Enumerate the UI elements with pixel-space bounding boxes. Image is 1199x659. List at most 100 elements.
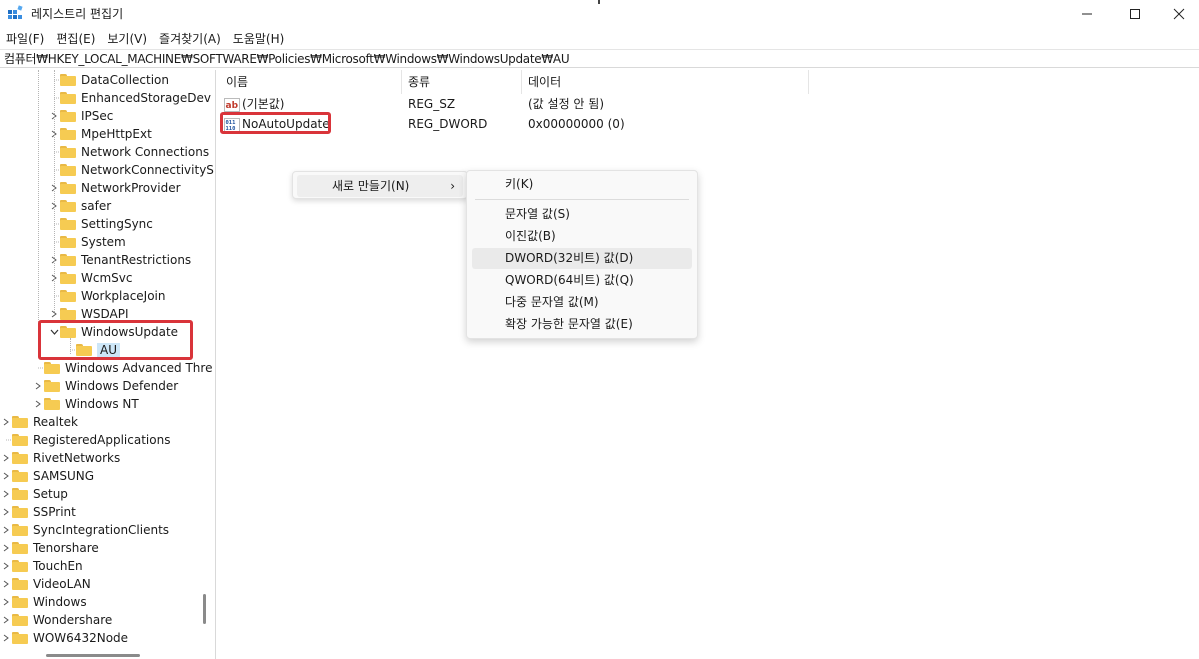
tree-item[interactable]: SSPrint [0, 503, 76, 521]
tree-item-label: TenantRestrictions [81, 253, 192, 267]
tree-item[interactable]: safer [48, 197, 111, 215]
tree-item[interactable]: NetworkProvider [48, 179, 181, 197]
submenu-dword-value[interactable]: DWORD(32비트) 값(D) [472, 248, 692, 269]
chevron-right-icon[interactable] [0, 413, 12, 431]
tree-item[interactable]: Wondershare [0, 611, 112, 629]
minimize-button[interactable] [1064, 0, 1110, 27]
chevron-right-icon[interactable] [0, 611, 12, 629]
submenu-multi-string-value[interactable]: 다중 문자열 값(M) [472, 292, 692, 313]
chevron-right-icon[interactable] [0, 485, 12, 503]
folder-icon [60, 236, 76, 248]
column-header-type[interactable]: 종류 [402, 70, 522, 94]
tree-item[interactable]: WorkplaceJoin [48, 287, 166, 305]
tree-vertical-scrollbar[interactable] [203, 594, 206, 624]
menu-file[interactable]: 파일(F) [0, 28, 50, 48]
tree-horizontal-scrollbar[interactable] [46, 654, 140, 657]
chevron-right-icon[interactable] [0, 539, 12, 557]
tree-item-label: NetworkProvider [81, 181, 181, 195]
tree-item-label: VideoLAN [33, 577, 91, 591]
tree-item[interactable]: WOW6432Node [0, 629, 128, 647]
folder-icon [60, 164, 76, 176]
value-row-type: REG_SZ [408, 97, 456, 111]
tree-item-label: Windows Defender [65, 379, 179, 393]
folder-icon [12, 596, 28, 608]
tree-guide-line [54, 70, 55, 314]
folder-icon [60, 92, 76, 104]
tree-item-label: TouchEn [33, 559, 83, 573]
context-menu: 새로 만들기(N) › [292, 171, 468, 199]
chevron-right-icon[interactable] [0, 467, 12, 485]
registry-tree: DataCollection EnhancedStorageDev IPSec Mpe… [0, 70, 216, 659]
tree-item[interactable]: Realtek [0, 413, 78, 431]
context-menu-new[interactable]: 새로 만들기(N) › [297, 175, 463, 197]
tree-item-label: Wondershare [33, 613, 113, 627]
tree-item[interactable]: RivetNetworks [0, 449, 120, 467]
folder-icon [12, 614, 28, 626]
tree-item[interactable]: MpeHttpExt [48, 125, 152, 143]
chevron-right-icon[interactable] [32, 395, 44, 413]
folder-icon [60, 200, 76, 212]
value-row-default[interactable]: ab (기본값) [224, 94, 824, 114]
close-button[interactable] [1156, 0, 1199, 27]
submenu-key[interactable]: 키(K) [472, 174, 692, 195]
values-list: 이름 종류 데이터 ab (기본값) REG_SZ (값 설정 안 됨) 011… [220, 70, 1199, 659]
submenu-separator [475, 199, 689, 200]
tree-item[interactable]: SAMSUNG [0, 467, 94, 485]
menu-help[interactable]: 도움말(H) [227, 28, 291, 48]
submenu-string-value[interactable]: 문자열 값(S) [472, 204, 692, 225]
column-header-name[interactable]: 이름 [220, 70, 402, 94]
tree-item[interactable]: NetworkConnectivityS [48, 161, 214, 179]
chevron-right-icon[interactable] [0, 503, 12, 521]
tree-item[interactable]: System [48, 233, 126, 251]
folder-icon [60, 308, 76, 320]
menu-bar: 파일(F) 편집(E) 보기(V) 즐겨찾기(A) 도움말(H) [0, 28, 290, 48]
tree-item-label: Windows NT [65, 397, 139, 411]
submenu-qword-value[interactable]: QWORD(64비트) 값(Q) [472, 270, 692, 291]
tree-item[interactable]: Windows [0, 593, 87, 611]
address-bar[interactable]: 컴퓨터₩HKEY_LOCAL_MACHINE₩SOFTWARE₩Policies… [0, 49, 1199, 68]
tree-item-label: Windows [33, 595, 87, 609]
tree-item-label: MpeHttpExt [81, 127, 152, 141]
menu-edit[interactable]: 편집(E) [50, 28, 101, 48]
chevron-right-icon[interactable] [0, 557, 12, 575]
tree-item[interactable]: Windows NT [32, 395, 139, 413]
chevron-right-icon[interactable] [32, 377, 44, 395]
column-header-data[interactable]: 데이터 [522, 70, 809, 94]
tree-item[interactable]: Network Connections [48, 143, 209, 161]
tree-item-label: SettingSync [81, 217, 153, 231]
submenu-expandable-string-value[interactable]: 확장 가능한 문자열 값(E) [472, 314, 692, 335]
chevron-right-icon[interactable] [0, 521, 12, 539]
menu-view[interactable]: 보기(V) [101, 28, 153, 48]
chevron-right-icon[interactable] [0, 629, 12, 647]
tree-item[interactable]: SyncIntegrationClients [0, 521, 169, 539]
tree-item[interactable]: SettingSync [48, 215, 153, 233]
chevron-right-icon[interactable] [0, 593, 12, 611]
folder-icon [12, 470, 28, 482]
tree-item-label: SAMSUNG [33, 469, 95, 483]
chevron-right-icon[interactable] [0, 449, 12, 467]
folder-icon [12, 452, 28, 464]
tree-item[interactable]: Setup [0, 485, 68, 503]
tree-item[interactable]: RegisteredApplications [0, 431, 170, 449]
value-row-data: 0x00000000 (0) [528, 117, 625, 131]
maximize-button[interactable] [1112, 0, 1158, 27]
tree-item-label: WOW6432Node [33, 631, 129, 645]
tree-item[interactable]: TenantRestrictions [48, 251, 191, 269]
chevron-right-icon[interactable] [0, 575, 12, 593]
tree-item[interactable]: Windows Defender [32, 377, 178, 395]
tree-item[interactable]: TouchEn [0, 557, 83, 575]
tree-item[interactable]: IPSec [48, 107, 113, 125]
tree-item[interactable]: Tenorshare [0, 539, 99, 557]
tree-item[interactable]: WcmSvc [48, 269, 132, 287]
tree-item[interactable]: VideoLAN [0, 575, 91, 593]
tree-item[interactable]: DataCollection [48, 71, 169, 89]
folder-icon [44, 380, 60, 392]
menu-favorites[interactable]: 즐겨찾기(A) [153, 28, 227, 48]
tree-item-label: Realtek [33, 415, 78, 429]
svg-text:ab: ab [226, 101, 239, 111]
title-bar: 레지스트리 편집기 [0, 0, 1199, 27]
tree-item[interactable]: Windows Advanced Thre [32, 359, 212, 377]
folder-icon [12, 542, 28, 554]
tree-item[interactable]: EnhancedStorageDev [48, 89, 211, 107]
submenu-binary-value[interactable]: 이진값(B) [472, 226, 692, 247]
